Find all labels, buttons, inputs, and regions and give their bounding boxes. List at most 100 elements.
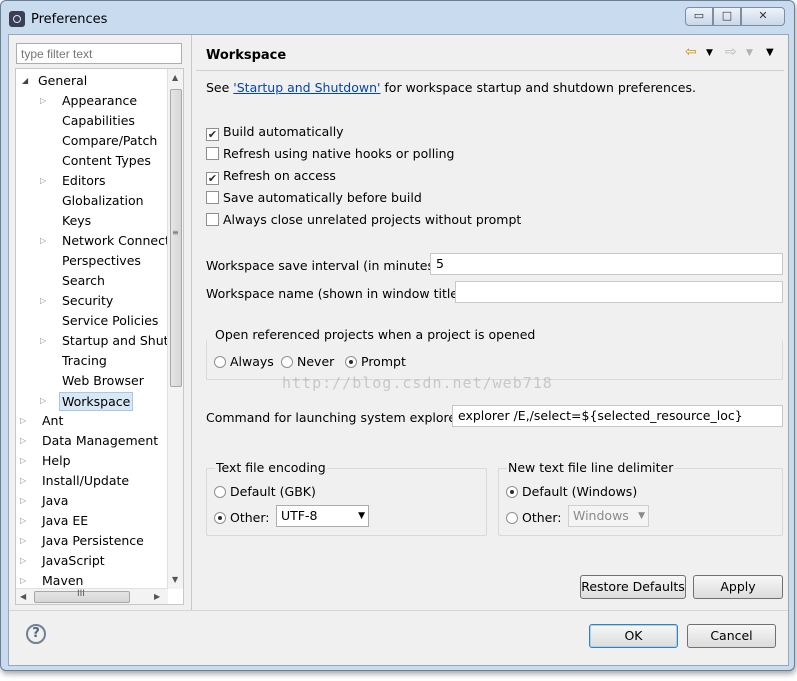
checkbox-box[interactable] [206, 191, 219, 204]
checkbox-box[interactable] [206, 213, 219, 226]
radio-button[interactable] [214, 356, 226, 368]
scroll-right-arrow-icon[interactable]: ▶ [154, 592, 160, 601]
radio-prompt[interactable]: Prompt [345, 354, 406, 369]
collapsed-arrow-icon[interactable]: ▷ [20, 491, 30, 511]
tree-item-label: Java Persistence [42, 533, 144, 548]
save-before-build-checkbox[interactable]: Save automatically before build [206, 189, 422, 207]
radio-encoding-other[interactable]: Other: [214, 510, 269, 525]
restore-defaults-button[interactable]: Restore Defaults [580, 575, 686, 599]
ok-button[interactable]: OK [589, 624, 678, 648]
workspace-name-label: Workspace name (shown in window title): [206, 286, 468, 301]
collapsed-arrow-icon[interactable]: ▷ [20, 431, 30, 451]
minimize-button[interactable]: ▭ [685, 7, 713, 26]
collapsed-arrow-icon[interactable]: ▷ [20, 471, 30, 491]
scroll-up-arrow-icon[interactable]: ▲ [172, 73, 178, 82]
tree-item-label: Search [62, 273, 105, 288]
collapsed-arrow-icon[interactable]: ▷ [40, 391, 50, 411]
window-title: Preferences [31, 12, 108, 27]
cancel-button[interactable]: Cancel [687, 624, 776, 648]
collapsed-arrow-icon[interactable]: ▷ [20, 531, 30, 551]
radio-button[interactable] [214, 486, 226, 498]
radio-button-selected[interactable] [506, 486, 518, 498]
delimiter-select[interactable]: Windows ▼ [568, 505, 649, 527]
title-bar[interactable]: Preferences ▭ □ ✕ [1, 1, 794, 34]
open-referenced-projects-group: Open referenced projects when a project … [206, 327, 783, 380]
tree-horizontal-scrollbar[interactable]: ◀ III ▶ [16, 588, 168, 604]
radio-button-selected[interactable] [345, 356, 357, 368]
dialog-client-area: ◢ General ▷ Appearance Capabilities Comp… [8, 34, 789, 666]
forward-arrow-icon[interactable]: ⇨ [725, 44, 737, 60]
checkbox-label: Refresh using native hooks or polling [223, 146, 455, 161]
pane-splitter[interactable] [191, 35, 194, 610]
tree-item-label: Network Connecti [62, 233, 174, 248]
tree-item-label: Tracing [62, 353, 107, 368]
filter-input[interactable] [16, 43, 182, 64]
back-menu-chevron-down-icon[interactable]: ▼ [706, 48, 713, 58]
grip-icon: III [77, 589, 85, 599]
close-button[interactable]: ✕ [741, 7, 785, 26]
scroll-down-arrow-icon[interactable]: ▼ [172, 575, 178, 584]
line-delimiter-group: New text file line delimiter Default (Wi… [498, 460, 783, 536]
help-icon[interactable]: ? [26, 624, 46, 644]
tree-item-label: Java EE [42, 513, 89, 528]
checkbox-box[interactable] [206, 147, 219, 160]
delimiter-value: Windows [573, 508, 629, 523]
view-menu-icon[interactable]: ▼ [766, 47, 774, 58]
collapsed-arrow-icon[interactable]: ▷ [20, 551, 30, 571]
tree-item-label: Help [42, 453, 71, 468]
tree-item-label: JavaScript [42, 553, 105, 568]
radio-encoding-default[interactable]: Default (GBK) [214, 484, 316, 499]
intro-suffix: for workspace startup and shutdown prefe… [380, 80, 696, 95]
radio-button[interactable] [281, 356, 293, 368]
radio-label: Other: [522, 510, 562, 525]
forward-menu-chevron-down-icon[interactable]: ▼ [746, 48, 753, 58]
tree-item-label: Perspectives [62, 253, 141, 268]
explorer-command-input[interactable]: explorer /E,/select=${selected_resource_… [452, 405, 783, 427]
maximize-button[interactable]: □ [713, 7, 741, 26]
close-unrelated-projects-checkbox[interactable]: Always close unrelated projects without … [206, 211, 521, 229]
back-arrow-icon[interactable]: ⇦ [685, 44, 697, 60]
chevron-down-icon[interactable]: ▼ [358, 508, 365, 524]
checkmark-icon[interactable]: ✔ [206, 172, 219, 185]
horizontal-scroll-thumb[interactable]: III [34, 589, 130, 603]
radio-label: Default (GBK) [230, 484, 316, 499]
collapsed-arrow-icon[interactable]: ▷ [40, 91, 50, 111]
radio-button-selected[interactable] [214, 512, 226, 524]
checkmark-icon[interactable]: ✔ [206, 128, 219, 141]
collapsed-arrow-icon[interactable]: ▷ [40, 231, 50, 251]
save-interval-input[interactable]: 5 [430, 253, 783, 275]
radio-delimiter-default[interactable]: Default (Windows) [506, 484, 637, 499]
radio-always[interactable]: Always [214, 354, 274, 369]
group-title: Open referenced projects when a project … [215, 327, 536, 342]
radio-never[interactable]: Never [281, 354, 334, 369]
chevron-down-icon[interactable]: ▼ [638, 508, 645, 524]
startup-shutdown-link[interactable]: 'Startup and Shutdown' [233, 80, 380, 95]
tree-vertical-scrollbar[interactable]: ▲ ≡ ▼ [167, 69, 183, 589]
tree-item-label: Workspace [59, 392, 134, 411]
radio-button[interactable] [506, 512, 518, 524]
refresh-native-hooks-checkbox[interactable]: Refresh using native hooks or polling [206, 145, 455, 163]
encoding-value: UTF-8 [281, 508, 318, 523]
text-file-encoding-group: Text file encoding Default (GBK) Other: … [206, 460, 487, 536]
apply-button[interactable]: Apply [693, 575, 783, 599]
group-title: Text file encoding [215, 460, 327, 475]
radio-label: Prompt [361, 354, 406, 369]
collapsed-arrow-icon[interactable]: ▷ [20, 411, 30, 431]
radio-delimiter-other[interactable]: Other: [506, 510, 561, 525]
workspace-name-input[interactable] [455, 281, 783, 303]
group-title: New text file line delimiter [507, 460, 675, 475]
tree-item-label: Ant [42, 413, 64, 428]
collapsed-arrow-icon[interactable]: ▷ [20, 451, 30, 471]
build-automatically-checkbox[interactable]: ✔ Build automatically [206, 123, 344, 141]
collapsed-arrow-icon[interactable]: ▷ [40, 291, 50, 311]
tree-item-label: Data Management [42, 433, 159, 448]
scroll-left-arrow-icon[interactable]: ◀ [20, 592, 26, 601]
tree-item-label: Service Policies [62, 313, 159, 328]
vertical-scroll-thumb[interactable]: ≡ [170, 89, 182, 387]
collapsed-arrow-icon[interactable]: ▷ [20, 511, 30, 531]
encoding-select[interactable]: UTF-8 ▼ [276, 505, 369, 527]
refresh-on-access-checkbox[interactable]: ✔ Refresh on access [206, 167, 336, 185]
expanded-arrow-icon[interactable]: ◢ [22, 71, 32, 91]
collapsed-arrow-icon[interactable]: ▷ [40, 171, 50, 191]
collapsed-arrow-icon[interactable]: ▷ [40, 331, 50, 351]
